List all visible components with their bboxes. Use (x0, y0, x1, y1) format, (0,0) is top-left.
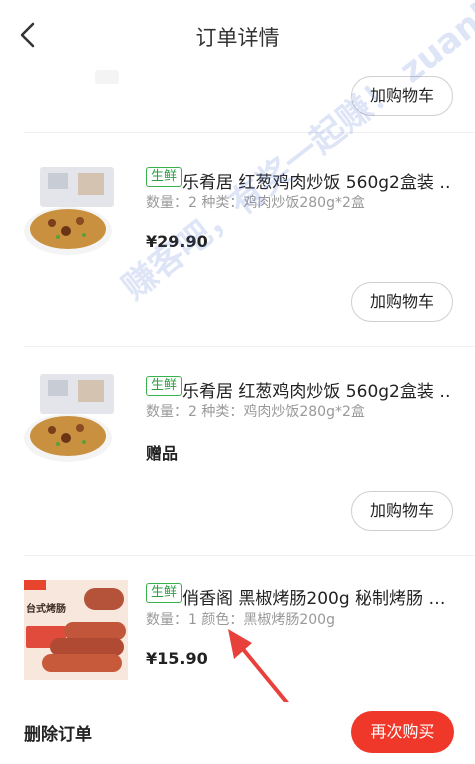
product-price: ¥29.90 (146, 232, 208, 251)
divider (24, 346, 475, 347)
add-to-cart-button[interactable]: 加购物车 (351, 491, 453, 531)
product-item[interactable]: 生鲜 乐肴居 红葱鸡肉炒饭 560g2盒装 … 数量：2 种类：鸡肉炒饭280g… (0, 145, 475, 275)
partial-product-thumbnail (95, 70, 119, 84)
delete-order-button[interactable]: 删除订单 (24, 720, 92, 745)
add-to-cart-button[interactable]: 加购物车 (351, 76, 453, 116)
gift-label: 赠品 (146, 444, 179, 463)
fried-rice-image (24, 167, 114, 255)
product-name: 乐肴居 红葱鸡肉炒饭 560g2盒装 … (182, 173, 452, 193)
product-price: ¥15.90 (146, 649, 208, 668)
product-spec: 数量：2 种类：鸡肉炒饭280g*2盒 (146, 404, 365, 420)
fresh-tag: 生鲜 (146, 376, 183, 396)
fresh-tag: 生鲜 (146, 583, 183, 603)
divider (24, 132, 475, 133)
bottom-action-bar: 删除订单 再次购买 (0, 702, 475, 764)
product-name: 俏香阁 黑椒烤肠200g 秘制烤肠 … (182, 589, 446, 609)
fresh-tag: 生鲜 (146, 167, 183, 187)
fried-rice-image (24, 374, 114, 462)
page-title: 订单详情 (195, 26, 280, 50)
divider (24, 555, 475, 556)
buy-again-button[interactable]: 再次购买 (351, 711, 454, 753)
header-bar: 订单详情 (0, 0, 475, 70)
product-spec: 数量：2 种类：鸡肉炒饭280g*2盒 (146, 195, 365, 211)
product-name: 乐肴居 红葱鸡肉炒饭 560g2盒装 … (182, 382, 452, 402)
product-item[interactable]: 生鲜 乐肴居 红葱鸡肉炒饭 560g2盒装 … 数量：2 种类：鸡肉炒饭280g… (0, 352, 475, 482)
add-to-cart-button[interactable]: 加购物车 (351, 282, 453, 322)
sausage-illustration (26, 588, 126, 672)
sausage-package-image: 台式烤肠 (24, 580, 128, 680)
product-spec: 数量：1 颜色：黑椒烤肠200g (146, 612, 335, 628)
product-item[interactable]: 台式烤肠 生鲜 俏香阁 黑椒烤肠200g 秘制烤肠 … 数量：1 颜色：黑椒烤肠… (0, 562, 475, 692)
